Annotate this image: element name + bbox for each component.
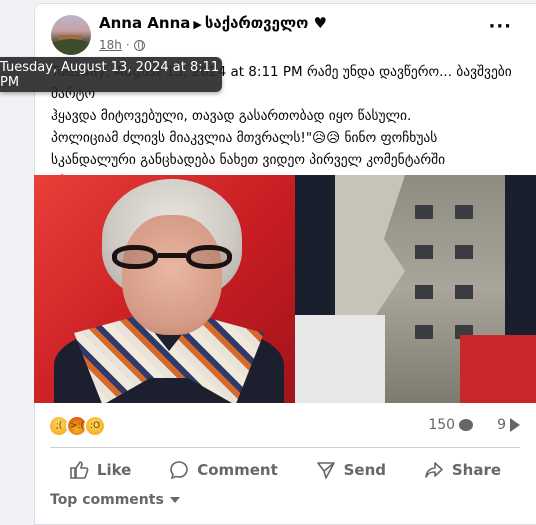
arrow-right-icon: ▶ [193,18,202,31]
group-name[interactable]: საქართველო ♥ [205,14,327,32]
globe-icon [133,39,145,51]
timestamp-tooltip: Tuesday, August 13, 2024 at 8:11 PM [0,57,222,92]
post-timestamp[interactable]: 18h [99,38,122,52]
post-header: Anna Anna ▶ საქართველო ♥ [99,14,327,32]
more-options-icon[interactable]: ··· [488,18,512,36]
post-text-line: ჰყავდა მიტოვებული, თავად გასართობად იყო … [51,108,412,124]
author-name[interactable]: Anna Anna [99,14,190,32]
post-text-line: სკანდალური განცხადება ნახეთ ვიდეო პირველ… [51,152,446,168]
building-fire-image [295,175,536,403]
post-text-line: პოლიციამ ძლივს მიაკვლია მთვრალს!"😥😥 ნინო… [51,130,438,146]
post-meta: 18h · [99,38,145,52]
post-photo[interactable] [34,175,536,403]
author-avatar[interactable] [51,15,91,55]
portrait-image [34,175,295,403]
